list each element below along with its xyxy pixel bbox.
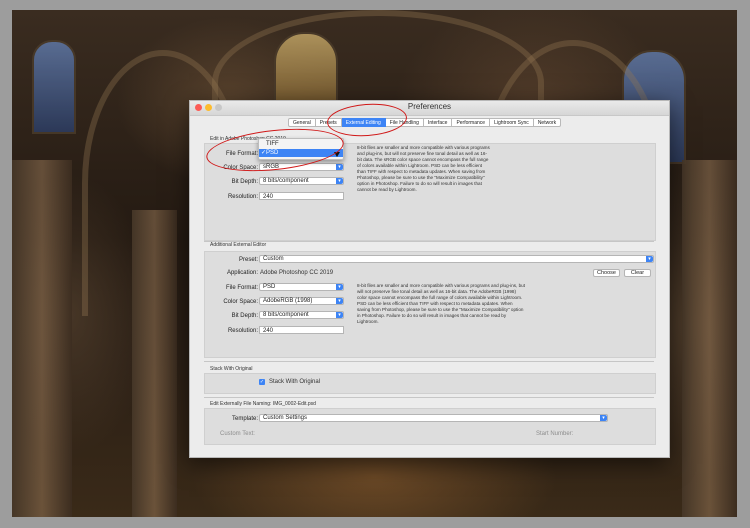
- additional-color-space-select[interactable]: AdobeRGB (1998) ▾: [259, 297, 344, 305]
- additional-bit-depth-value: 8 bits/component: [263, 312, 309, 318]
- application-label: Application:: [226, 270, 258, 276]
- tab-performance[interactable]: Performance: [452, 118, 491, 127]
- photoshop-format-description: 8-bit files are smaller and more compati…: [357, 145, 490, 192]
- tab-lightroom-sync[interactable]: Lightroom Sync: [490, 118, 534, 127]
- clear-button[interactable]: Clear: [624, 269, 651, 277]
- pillar-right: [682, 160, 737, 517]
- additional-format-description: 8-bit files are smaller and more compati…: [357, 283, 526, 324]
- section-divider: [204, 241, 654, 242]
- stack-with-original-label: Stack With Original: [269, 379, 321, 385]
- window-title: Preferences: [407, 102, 452, 111]
- additional-file-format-select[interactable]: PSD ▾: [259, 283, 344, 291]
- choose-button[interactable]: Choose: [593, 269, 620, 277]
- chevron-down-icon: ▾: [336, 312, 343, 318]
- resolution-label: Resolution:: [227, 194, 258, 200]
- additional-resolution-label: Resolution:: [227, 328, 258, 334]
- pillar-left: [12, 160, 72, 517]
- preset-select[interactable]: Custom ▾: [259, 255, 654, 263]
- additional-bit-depth-label: Bit Depth:: [231, 313, 258, 319]
- template-value: Custom Settings: [263, 415, 308, 421]
- template-label: Template:: [231, 416, 258, 422]
- bit-depth-value: 8 bits/component: [263, 178, 309, 184]
- stack-with-original-checkbox[interactable]: ✓: [259, 379, 265, 385]
- chevron-down-icon: ▾: [646, 256, 653, 262]
- chevron-down-icon: ▾: [336, 178, 343, 184]
- application-value: Adobe Photoshop CC 2019: [260, 270, 334, 276]
- section-divider: [204, 397, 654, 398]
- additional-bit-depth-select[interactable]: 8 bits/component ▾: [259, 311, 344, 319]
- chevron-down-icon: ▾: [336, 284, 343, 290]
- bit-depth-label: Bit Depth:: [231, 179, 258, 185]
- resolution-input[interactable]: 240: [259, 192, 344, 200]
- stained-glass-window-left: [32, 40, 76, 134]
- chevron-down-icon: ▾: [336, 164, 343, 170]
- additional-color-space-value: AdobeRGB (1998): [263, 298, 313, 304]
- stack-section-label: Stack With Original: [210, 366, 253, 372]
- additional-file-format-label: File Format:: [225, 285, 258, 291]
- tab-network[interactable]: Network: [533, 118, 562, 127]
- additional-editor-section-label: Additional External Editor: [210, 242, 267, 248]
- bit-depth-select[interactable]: 8 bits/component ▾: [259, 177, 344, 185]
- chevron-down-icon: ▾: [600, 415, 607, 421]
- additional-color-space-label: Color Space:: [223, 299, 258, 305]
- pillar-left-inner: [132, 210, 177, 517]
- chevron-down-icon: ▾: [336, 298, 343, 304]
- section-divider: [204, 361, 654, 362]
- preset-value: Custom: [263, 256, 284, 262]
- tab-general[interactable]: General: [288, 118, 316, 127]
- title-bar[interactable]: Preferences: [190, 101, 669, 116]
- tab-interface[interactable]: Interface: [423, 118, 453, 127]
- additional-resolution-input[interactable]: 240: [259, 326, 344, 334]
- start-number-label: Start Number:: [536, 431, 574, 437]
- additional-file-format-value: PSD: [263, 284, 276, 290]
- preset-label: Preset:: [238, 257, 258, 263]
- custom-text-label: Custom Text:: [220, 431, 255, 437]
- file-naming-section-label: Edit Externally File Naming: IMG_0002-Ed…: [210, 401, 316, 407]
- template-select[interactable]: Custom Settings ▾: [259, 414, 608, 422]
